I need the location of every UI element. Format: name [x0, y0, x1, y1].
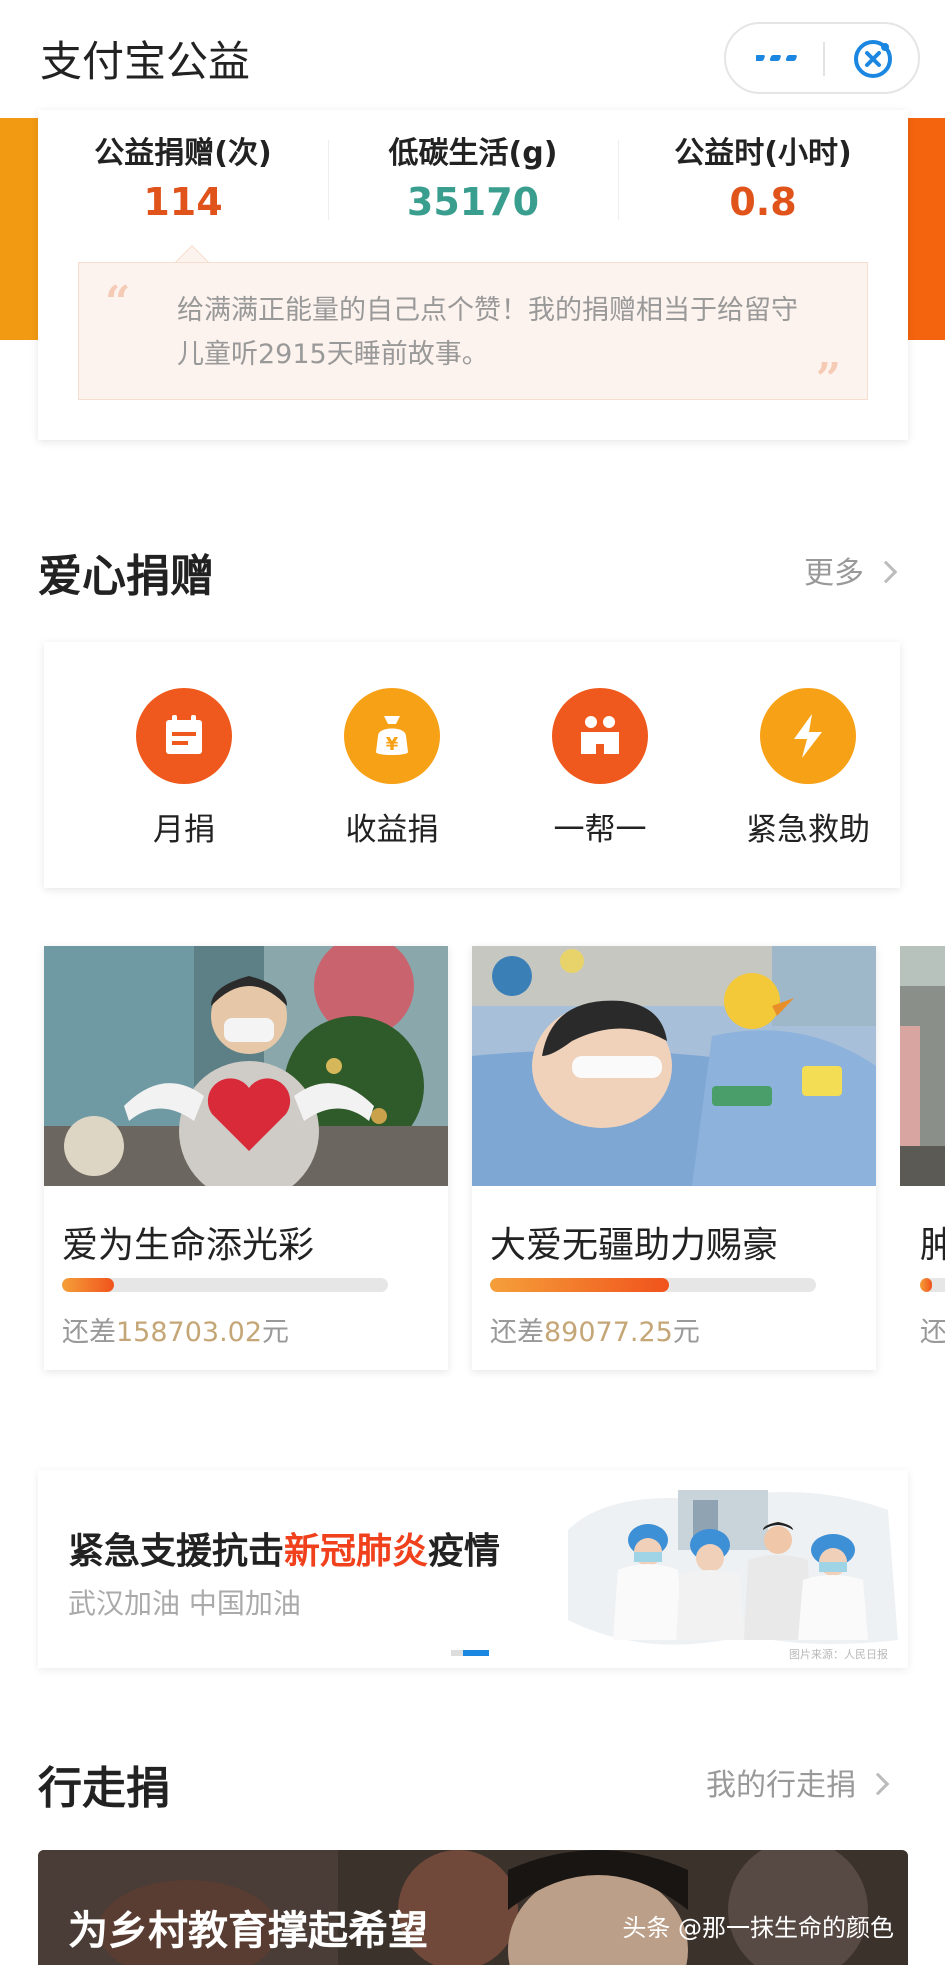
project-card[interactable]: 大爱无疆助力赐豪 还差89077.25元 [472, 946, 876, 1370]
ellipsis-icon[interactable] [756, 48, 806, 68]
remaining-unit: 元 [262, 1317, 290, 1348]
project-title: 肿 [920, 1225, 945, 1266]
donation-item-label: 紧急救助 [746, 812, 870, 848]
banner-title-highlight: 新冠肺炎 [284, 1531, 429, 1572]
my-walk-link[interactable]: 我的行走捐 [706, 1760, 890, 1804]
covid-support-banner[interactable]: 图片来源：人民日报 紧急支援抗击新冠肺炎疫情 武汉加油 中国加油 [38, 1470, 908, 1668]
donation-item-one-to-one[interactable]: 一帮一 [500, 688, 700, 849]
donation-types-card: 月捐 ¥ 收益捐 一帮一 紧急救助 [44, 642, 900, 888]
donation-item-yield[interactable]: ¥ 收益捐 [292, 688, 492, 849]
remaining-prefix: 还差 [490, 1317, 544, 1348]
progress-bar [920, 1278, 945, 1292]
progress-fill [62, 1278, 115, 1292]
project-title: 爱为生命添光彩 [62, 1225, 315, 1266]
stat-volunteer-hours[interactable]: 公益时(小时) 0.8 [618, 128, 908, 224]
banner-title-post: 疫情 [428, 1531, 501, 1572]
progress-bar [490, 1278, 816, 1292]
open-quote-icon: “ [105, 277, 131, 328]
stat-label: 公益时(小时) [674, 136, 852, 171]
stat-donations[interactable]: 公益捐赠(次) 114 [38, 128, 328, 224]
stat-label: 低碳生活(g) [388, 136, 558, 171]
more-link[interactable]: 更多 [804, 548, 898, 592]
walk-card-title: 为乡村教育撑起希望 [68, 1908, 428, 1954]
stats-card: 公益捐赠(次) 114 低碳生活(g) 35170 公益时(小时) 0.8 “ … [38, 110, 908, 440]
project-remaining: 还差158703.02元 [62, 1310, 289, 1349]
remaining-prefix: 还差 [62, 1317, 116, 1348]
project-title: 大爱无疆助力赐豪 [490, 1225, 779, 1266]
progress-bar [62, 1278, 388, 1292]
stat-low-carbon[interactable]: 低碳生活(g) 35170 [328, 128, 618, 224]
project-card-partial[interactable]: 肿 还 [900, 946, 945, 1370]
donation-item-label: 收益捐 [345, 812, 439, 848]
progress-fill [490, 1278, 670, 1292]
svg-text:¥: ¥ [386, 734, 399, 755]
progress-fill [920, 1278, 932, 1292]
donation-item-monthly[interactable]: 月捐 [84, 688, 284, 849]
close-circle-icon[interactable] [852, 38, 894, 80]
carousel-dot-active [463, 1650, 489, 1656]
stat-value: 0.8 [729, 180, 797, 224]
stat-value: 35170 [406, 180, 540, 224]
more-label: 更多 [804, 556, 864, 591]
remaining-amount: 158703.02 [116, 1317, 263, 1348]
walk-donation-card[interactable]: 为乡村教育撑起希望 头条 @那一抹生命的颜色 [38, 1850, 908, 1965]
project-photo-child-in-hospital [472, 946, 876, 1186]
chevron-right-icon [874, 560, 898, 583]
stat-label: 公益捐赠(次) [94, 136, 272, 171]
donation-item-emergency[interactable]: 紧急救助 [708, 688, 908, 849]
remaining-unit: 元 [672, 1317, 700, 1348]
lightning-icon [760, 688, 856, 784]
donation-item-label: 月捐 [153, 812, 215, 848]
orange-background-right [905, 118, 945, 340]
close-quote-icon: ” [815, 354, 841, 405]
capsule-divider [823, 42, 825, 76]
section-title-walk: 行走捐 [38, 1763, 170, 1814]
chevron-right-icon [866, 1772, 890, 1795]
project-remaining: 还差89077.25元 [490, 1310, 700, 1349]
carousel-dot [451, 1650, 463, 1656]
project-remaining: 还 [920, 1317, 945, 1348]
project-card[interactable]: 爱为生命添光彩 还差158703.02元 [44, 946, 448, 1370]
stat-value: 114 [143, 180, 223, 224]
remaining-amount: 89077.25 [544, 1317, 673, 1348]
quote-text: 给满满正能量的自己点个赞！我的捐赠相当于给留守儿童听2915天睡前故事。 [177, 295, 798, 370]
orange-background-left [0, 118, 38, 340]
two-people-icon [552, 688, 648, 784]
donation-item-label: 一帮一 [553, 812, 647, 848]
banner-title-pre: 紧急支援抗击 [68, 1531, 285, 1572]
calendar-icon [136, 688, 232, 784]
mini-program-capsule [724, 22, 920, 94]
page-title: 支付宝公益 [40, 37, 251, 86]
quote-box: “ 给满满正能量的自己点个赞！我的捐赠相当于给留守儿童听2915天睡前故事。 ” [78, 262, 868, 405]
banner-photo-doctors: 图片来源：人民日报 [568, 1490, 898, 1661]
section-title-donation: 爱心捐赠 [38, 551, 214, 602]
banner-subtitle: 武汉加油 中国加油 [68, 1587, 301, 1620]
project-photo-partial [900, 946, 945, 1186]
carousel-indicator [451, 1650, 489, 1668]
watermark: 头条 @那一抹生命的颜色 [622, 1914, 894, 1942]
project-photo-child-with-heart [44, 946, 448, 1186]
photo-credit: 图片来源：人民日报 [789, 1647, 888, 1661]
banner-title: 紧急支援抗击新冠肺炎疫情 [68, 1522, 500, 1574]
money-bag-icon: ¥ [344, 688, 440, 784]
my-walk-label: 我的行走捐 [706, 1768, 856, 1803]
